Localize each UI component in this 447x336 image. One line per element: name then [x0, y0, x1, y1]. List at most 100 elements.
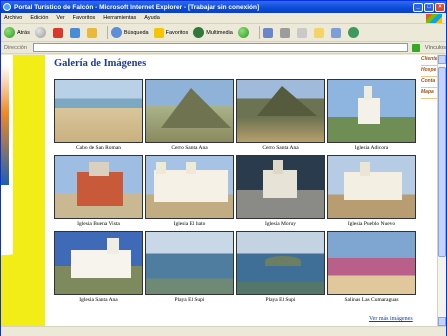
right-menu-item[interactable]: Cliente [421, 56, 437, 66]
gallery-photo[interactable] [327, 79, 416, 143]
vertical-scrollbar[interactable] [437, 55, 446, 326]
gallery-caption: Iglesia Pueblo Nuevo [347, 221, 396, 227]
edit-button[interactable] [296, 27, 309, 38]
discuss-icon [313, 27, 324, 38]
multimedia-icon [193, 27, 205, 38]
address-input[interactable] [32, 43, 408, 52]
menu-ayuda[interactable]: Ayuda [144, 15, 160, 21]
gallery-photo[interactable] [236, 231, 325, 295]
gallery-caption: Iglesia El hato [173, 221, 206, 227]
gallery-caption: Cerro Santa Ana [171, 145, 208, 151]
gallery-item[interactable]: Iglesia Pueblo Nuevo [327, 155, 416, 227]
go-button[interactable] [411, 43, 420, 52]
refresh-button[interactable] [69, 27, 82, 38]
gallery-caption: Iglesia Santa Ana [79, 297, 118, 303]
gallery-caption: Iglesia Adicora [354, 145, 389, 151]
gallery-item[interactable]: Cabo de San Roman [54, 79, 143, 151]
refresh-icon [69, 27, 80, 38]
favorites-label: Favoritos [165, 29, 189, 36]
toolbar: Atrás Búsqueda Favoritos Multimedia [1, 24, 446, 42]
gallery-caption: Iglesia Buena Vista [77, 221, 120, 227]
more-images-link[interactable]: Ver más imágenes [369, 316, 413, 322]
gallery-photo[interactable] [54, 155, 143, 219]
menu-archivo[interactable]: Archivo [4, 15, 22, 21]
links-label[interactable]: Vínculos [425, 45, 446, 51]
gallery-item[interactable]: Playa El Supi [145, 231, 234, 303]
gallery-photo[interactable] [327, 231, 416, 295]
search-icon [110, 27, 122, 38]
discuss-button[interactable] [313, 27, 326, 38]
forward-button[interactable] [34, 27, 48, 38]
maximize-button[interactable]: □ [424, 2, 434, 12]
back-button[interactable]: Atrás [4, 27, 30, 38]
close-button[interactable]: × [435, 2, 445, 12]
research-button[interactable] [347, 27, 361, 38]
gallery-photo[interactable] [236, 79, 325, 143]
scroll-thumb[interactable] [438, 67, 446, 257]
gallery-item[interactable]: Iglesia Moruy [236, 155, 325, 227]
mail-button[interactable] [262, 27, 275, 38]
status-bar [1, 326, 446, 336]
home-icon [86, 27, 97, 38]
gallery-photo[interactable] [54, 79, 143, 143]
scroll-down-button[interactable] [438, 317, 446, 326]
edit-icon [296, 27, 307, 38]
scroll-up-button[interactable] [438, 55, 446, 64]
gallery-caption: Salinas Las Cumaraguas [344, 297, 399, 303]
gallery-item[interactable]: Playa El Supi [236, 231, 325, 303]
gallery-caption: Playa El Supi [174, 297, 205, 303]
gallery-caption: Iglesia Moruy [264, 221, 296, 227]
multimedia-button[interactable]: Multimedia [193, 27, 233, 38]
print-icon [279, 27, 290, 38]
messenger-icon [330, 27, 341, 38]
stop-icon [52, 27, 63, 38]
gallery-item[interactable]: Cerro Santa Ana [145, 79, 234, 151]
right-menu-item[interactable]: Hospe [421, 67, 437, 77]
gallery-caption: Cerro Santa Ana [262, 145, 299, 151]
menu-edicion[interactable]: Edición [30, 15, 48, 21]
print-button[interactable] [279, 27, 292, 38]
decorative-stripe [1, 65, 9, 185]
gallery-photo[interactable] [145, 79, 234, 143]
back-label: Atrás [17, 29, 30, 36]
research-icon [347, 27, 359, 38]
search-label: Búsqueda [123, 29, 149, 36]
gallery-photo[interactable] [145, 231, 234, 295]
history-icon [237, 27, 249, 38]
messenger-button[interactable] [330, 27, 343, 38]
address-label: Dirección [4, 44, 27, 51]
gallery-photo[interactable] [236, 155, 325, 219]
gallery-caption: Playa El Supi [265, 297, 296, 303]
gallery-photo[interactable] [54, 231, 143, 295]
mail-icon [262, 27, 273, 38]
gallery-item[interactable]: Cerro Santa Ana [236, 79, 325, 151]
left-decorative-bar [1, 55, 45, 326]
browser-window: Portal Turístico de Falcón - Microsoft I… [0, 0, 447, 336]
gallery-photo[interactable] [145, 155, 234, 219]
gallery-item[interactable]: Iglesia El hato [145, 155, 234, 227]
menu-favoritos[interactable]: Favoritos [73, 15, 96, 21]
minimize-button[interactable]: _ [413, 2, 423, 12]
menu-herramientas[interactable]: Herramientas [103, 15, 136, 21]
gallery-item[interactable]: Iglesia Buena Vista [54, 155, 143, 227]
windows-logo-icon [426, 13, 442, 23]
gallery-item[interactable]: Iglesia Santa Ana [54, 231, 143, 303]
address-bar: Dirección Vínculos [1, 42, 446, 54]
stop-button[interactable] [52, 27, 65, 38]
page-content: Galería de Imágenes Cabo de San Roman Cer… [1, 55, 437, 326]
favorites-button[interactable]: Favoritos [153, 27, 189, 38]
toolbar-separator [258, 26, 260, 39]
menu-ver[interactable]: Ver [56, 15, 64, 21]
gallery-photo[interactable] [327, 155, 416, 219]
star-icon [153, 27, 164, 38]
ie-icon [3, 3, 11, 11]
gallery-caption: Cabo de San Roman [75, 145, 122, 151]
page-title: Galería de Imágenes [54, 58, 147, 69]
gallery-item[interactable]: Iglesia Adicora [327, 79, 416, 151]
right-menu-item[interactable]: Mapa [421, 89, 437, 99]
gallery-item[interactable]: Salinas Las Cumaraguas [327, 231, 416, 303]
search-button[interactable]: Búsqueda [110, 27, 149, 38]
home-button[interactable] [86, 27, 99, 38]
history-button[interactable] [237, 27, 251, 38]
right-menu-item[interactable]: Conta [421, 78, 437, 88]
